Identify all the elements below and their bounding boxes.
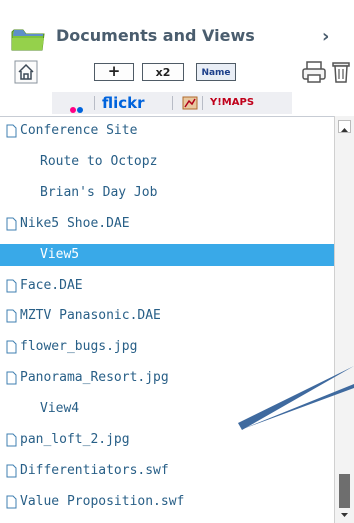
- document-row[interactable]: Nike5 Shoe.DAE: [0, 213, 334, 235]
- document-icon: [6, 124, 17, 138]
- rename-button[interactable]: Name: [196, 63, 236, 81]
- scroll-thumb[interactable]: [339, 474, 350, 508]
- row-label: Route to Octopz: [40, 153, 158, 169]
- documents-and-views-panel: Documents and Views › + x2 Name flickr Y…: [0, 0, 354, 523]
- services-bar: flickr Y!MAPS: [52, 92, 292, 114]
- separator: [172, 96, 173, 110]
- separator: [202, 96, 203, 110]
- print-icon[interactable]: [300, 60, 330, 84]
- row-label: Face.DAE: [20, 277, 83, 293]
- view-row[interactable]: Brian's Day Job: [0, 182, 334, 204]
- vertical-scrollbar[interactable]: [334, 116, 354, 523]
- panel-title: Documents and Views: [56, 26, 255, 45]
- document-icon: [6, 495, 17, 509]
- folder-icon: [11, 29, 45, 51]
- row-label: Nike5 Shoe.DAE: [20, 215, 130, 231]
- document-row[interactable]: Panorama_Resort.jpg: [0, 367, 334, 389]
- home-icon[interactable]: [14, 60, 38, 84]
- document-icon: [6, 464, 17, 478]
- row-label: Panorama_Resort.jpg: [20, 370, 169, 386]
- document-row[interactable]: Value Proposition.swf: [0, 491, 334, 513]
- row-label: Value Proposition.swf: [20, 493, 185, 509]
- toolbar: + x2 Name: [0, 60, 354, 90]
- trash-icon[interactable]: [330, 60, 354, 84]
- panel-header: Documents and Views ›: [0, 12, 354, 56]
- row-label: View5: [40, 246, 80, 262]
- row-label: MZTV Panasonic.DAE: [20, 308, 161, 324]
- chevron-right-icon[interactable]: ›: [322, 26, 329, 47]
- document-row[interactable]: Conference Site: [0, 120, 334, 142]
- row-label: pan_loft_2.jpg: [20, 432, 130, 447]
- document-icon: [6, 371, 17, 385]
- document-icon: [6, 279, 17, 292]
- document-row[interactable]: flower_bugs.jpg: [0, 336, 334, 358]
- row-label: Brian's Day Job: [40, 184, 158, 200]
- arrow-up-icon: [341, 128, 348, 132]
- document-icon: [6, 217, 17, 231]
- view-row[interactable]: View5: [0, 243, 334, 266]
- flickr-logo-icon: [70, 98, 84, 117]
- separator: [94, 96, 95, 110]
- document-icon: [6, 433, 17, 447]
- row-label: Differentiators.swf: [20, 462, 169, 478]
- row-label: flower_bugs.jpg: [20, 339, 138, 355]
- row-label: Conference Site: [20, 123, 138, 138]
- document-row[interactable]: Face.DAE: [0, 275, 334, 297]
- scroll-up-button[interactable]: [338, 120, 351, 133]
- document-list: Conference Site Route to Octopz Brian's Da…: [0, 116, 334, 523]
- document-icon: [6, 309, 17, 323]
- duplicate-button[interactable]: x2: [142, 63, 184, 81]
- row-label: View4: [40, 401, 80, 417]
- add-button[interactable]: +: [94, 63, 134, 81]
- flickr-button[interactable]: flickr: [102, 94, 145, 112]
- maps-icon: [182, 96, 198, 110]
- yahoo-maps-button[interactable]: Y!MAPS: [210, 97, 254, 108]
- document-row[interactable]: Differentiators.swf: [0, 460, 334, 482]
- view-row[interactable]: View4: [0, 398, 334, 420]
- document-icon: [6, 340, 17, 354]
- scroll-down-button[interactable]: [338, 510, 351, 520]
- view-row[interactable]: Route to Octopz: [0, 151, 334, 173]
- document-row[interactable]: MZTV Panasonic.DAE: [0, 305, 334, 327]
- document-row[interactable]: pan_loft_2.jpg: [0, 429, 334, 451]
